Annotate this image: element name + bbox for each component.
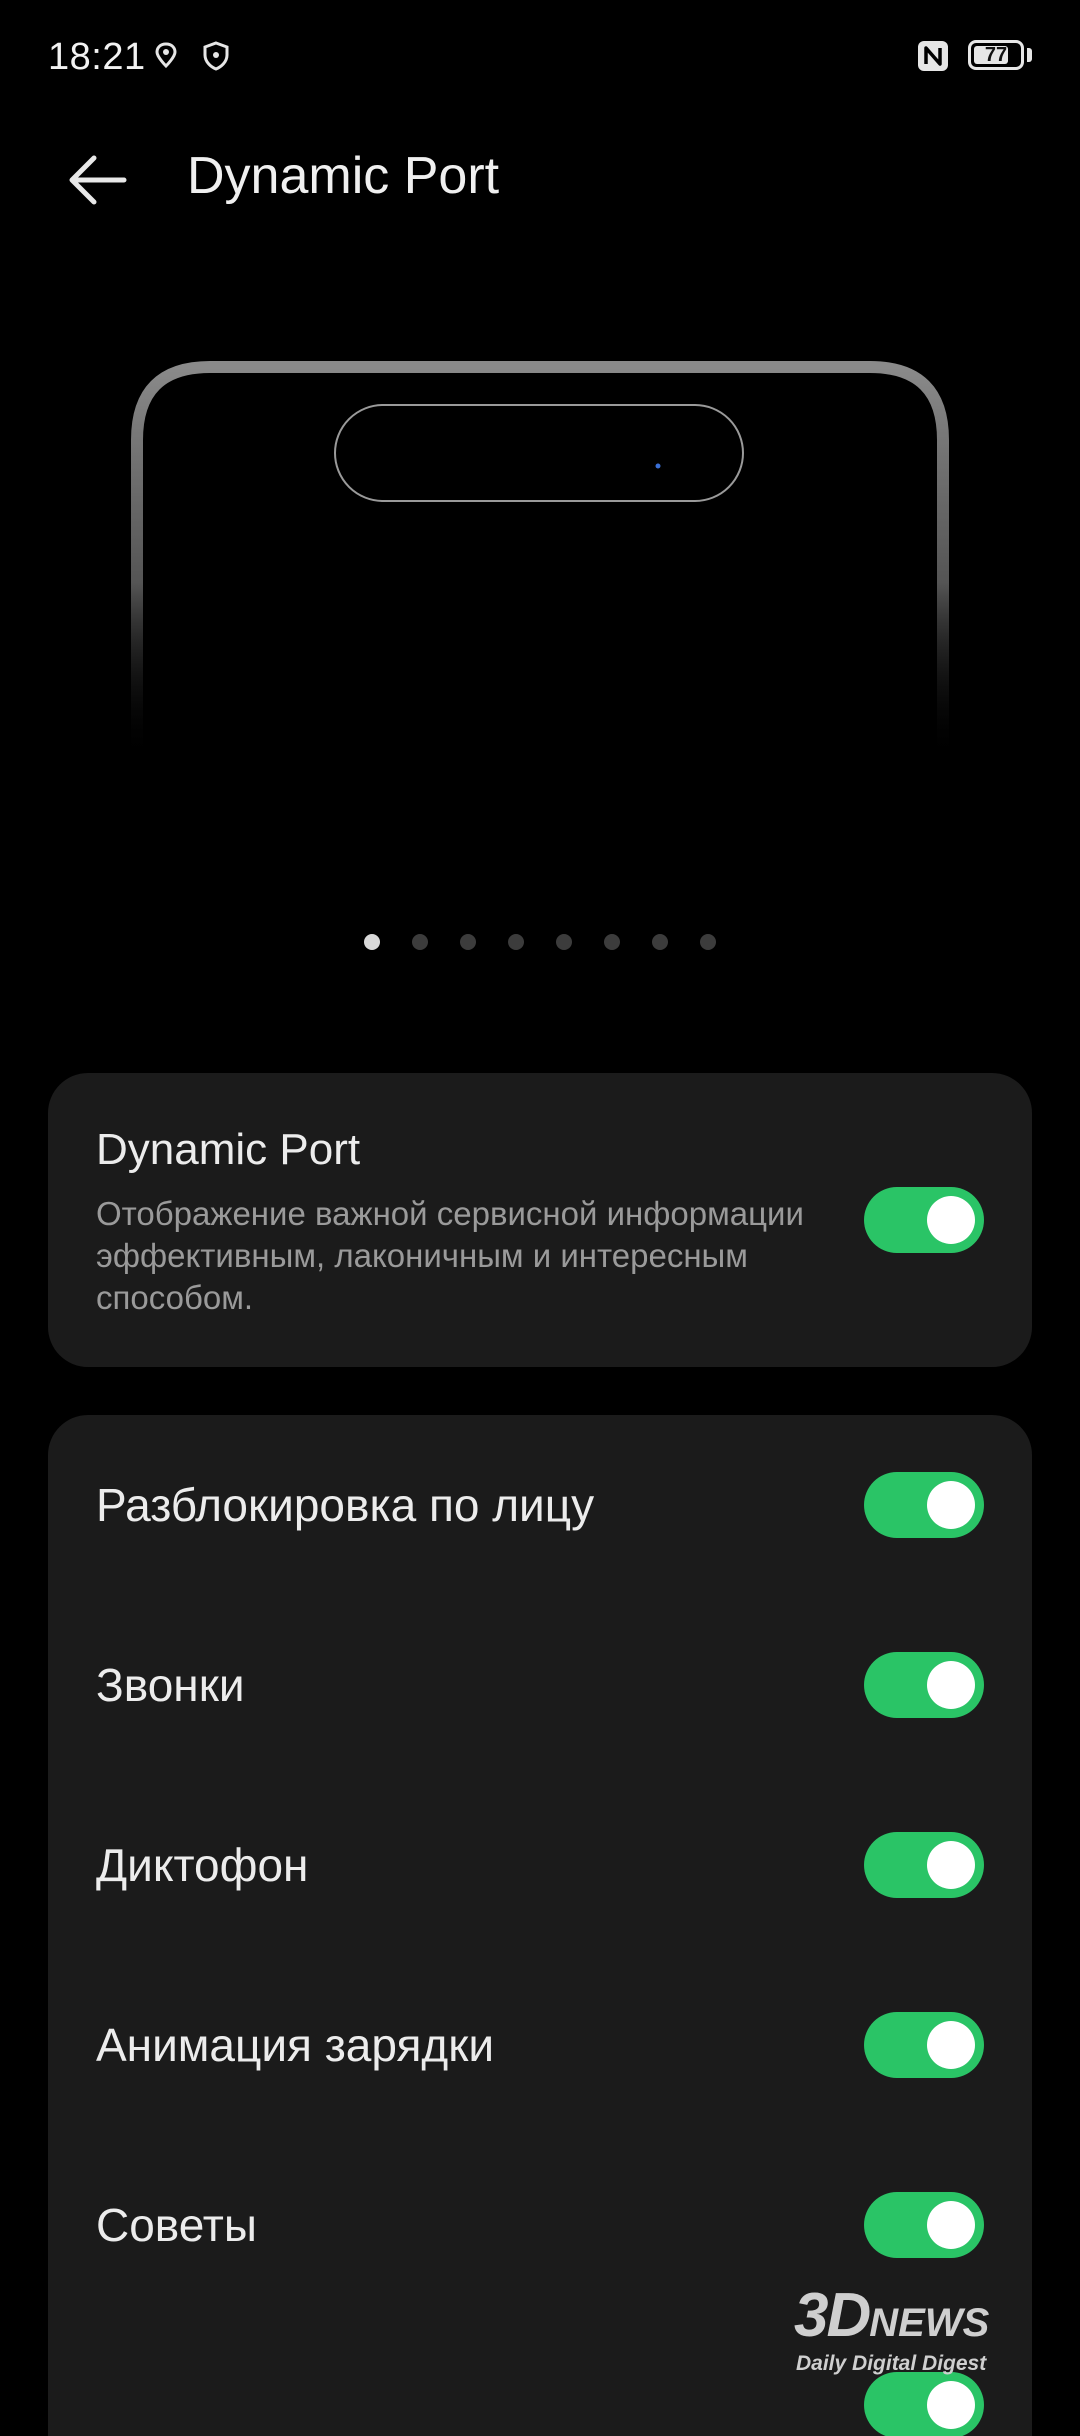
- nfc-icon: [916, 39, 950, 73]
- toggle-knob: [927, 2021, 975, 2069]
- recorder-toggle[interactable]: [864, 1832, 984, 1898]
- back-button[interactable]: [60, 140, 140, 220]
- battery-icon: 77: [968, 40, 1024, 70]
- pager-dot[interactable]: [556, 934, 572, 950]
- watermark-logo-main: 3D: [794, 2281, 871, 2350]
- charging-animation-toggle[interactable]: [864, 2012, 984, 2078]
- camera-dot: [655, 463, 661, 469]
- toggle-knob: [927, 1196, 975, 1244]
- pager-dot[interactable]: [508, 934, 524, 950]
- pager-dot[interactable]: [364, 934, 380, 950]
- watermark-tagline: Daily Digital Digest: [796, 2352, 987, 2375]
- setting-row-recorder[interactable]: Диктофон: [48, 1775, 1032, 1955]
- page-indicator: [0, 934, 1080, 954]
- dynamic-port-card: Dynamic Port Отображение важной сервисно…: [48, 1073, 1032, 1367]
- dynamic-port-toggle[interactable]: [864, 1187, 984, 1253]
- watermark-3dnews: 3DNEWS Daily Digital Digest: [790, 2280, 1050, 2390]
- watermark-logo: 3DNEWS: [794, 2280, 989, 2351]
- battery-text: 77: [984, 44, 1008, 66]
- toggle-knob: [927, 2201, 975, 2249]
- setting-label: Советы: [96, 2199, 257, 2251]
- setting-label: Разблокировка по лицу: [96, 1479, 595, 1531]
- pager-dot[interactable]: [460, 934, 476, 950]
- arrow-left-icon: [69, 155, 127, 205]
- pager-dot[interactable]: [700, 934, 716, 950]
- battery-cap: [1027, 48, 1032, 62]
- status-time: 18:21: [48, 36, 146, 78]
- watermark-logo-sub: NEWS: [869, 2301, 990, 2345]
- pager-dot[interactable]: [412, 934, 428, 950]
- main-toggle-description: Отображение важной сервисной информации …: [96, 1195, 804, 1316]
- shield-icon: [200, 40, 232, 72]
- dynamic-port-preview: [130, 360, 950, 760]
- location-pin-icon: [150, 40, 182, 72]
- setting-label: Анимация зарядки: [96, 2019, 495, 2071]
- toggle-knob: [927, 1481, 975, 1529]
- status-bar: 18:21 77: [0, 0, 1080, 110]
- page-title: Dynamic Port: [187, 147, 500, 205]
- setting-label: Диктофон: [96, 1839, 309, 1891]
- tips-toggle[interactable]: [864, 2192, 984, 2258]
- pager-dot[interactable]: [652, 934, 668, 950]
- pager-dot[interactable]: [604, 934, 620, 950]
- setting-row-face-unlock[interactable]: Разблокировка по лицу: [48, 1415, 1032, 1595]
- toggle-knob: [927, 1661, 975, 1709]
- face-unlock-toggle[interactable]: [864, 1472, 984, 1538]
- main-toggle-title: Dynamic Port: [96, 1125, 361, 1174]
- setting-row-charging-animation[interactable]: Анимация зарядки: [48, 1955, 1032, 2135]
- setting-row-calls[interactable]: Звонки: [48, 1595, 1032, 1775]
- setting-label: Звонки: [96, 1659, 245, 1711]
- calls-toggle[interactable]: [864, 1652, 984, 1718]
- dynamic-island: [334, 404, 744, 502]
- toggle-knob: [927, 1841, 975, 1889]
